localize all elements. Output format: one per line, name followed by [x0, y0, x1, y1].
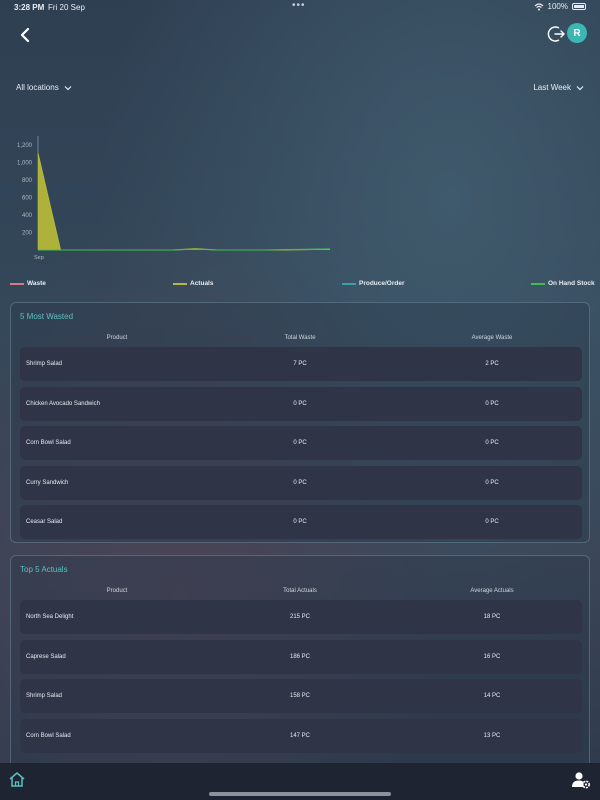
column-header-total-actuals: Total Actuals — [283, 588, 317, 594]
table-row[interactable]: Corn Bowl Salad 147 PC 13 PC — [20, 718, 582, 753]
total-cell: 0 PC — [293, 440, 307, 446]
series-line-on-hand-stock — [38, 248, 331, 251]
most-wasted-title: 5 Most Wasted — [20, 312, 74, 321]
most-wasted-table-header: Product Total Waste Average Waste — [20, 335, 582, 345]
legend-label: Produce/Order — [359, 280, 405, 287]
table-row[interactable]: Shrimp Salad 158 PC 14 PC — [20, 679, 582, 713]
column-header-average-actuals: Average Actuals — [470, 588, 514, 594]
legend-item[interactable]: On Hand Stock — [531, 280, 595, 287]
legend-swatch — [10, 282, 24, 285]
bottom-tab-bar — [0, 763, 600, 800]
average-cell: 0 PC — [485, 440, 499, 446]
location-filter-label: All locations — [16, 83, 59, 92]
period-filter-dropdown[interactable]: Last Week — [533, 83, 584, 92]
total-cell: 0 PC — [293, 400, 307, 407]
product-name-cell: North Sea Delight — [26, 614, 74, 620]
average-cell: 0 PC — [485, 519, 499, 525]
status-time: 3:28 PM — [14, 3, 45, 12]
status-bar: 3:28 PM Fri 20 Sep ••• 100% — [0, 0, 600, 14]
chart-legend: Waste Actuals Produce/Order On Hand Stock — [0, 280, 600, 290]
average-cell: 18 PC — [483, 614, 501, 620]
table-row[interactable]: Shrimp Salad 7 PC 2 PC — [20, 347, 582, 381]
product-name-cell: Chicken Avocado Sandwich — [26, 400, 100, 407]
top-actuals-card: Top 5 Actuals Product Total Actuals Aver… — [10, 555, 590, 775]
home-icon — [9, 772, 25, 787]
legend-label: Waste — [27, 280, 46, 287]
total-cell: 186 PC — [289, 653, 310, 660]
table-row[interactable]: Caprese Salad 186 PC 16 PC — [20, 639, 582, 674]
product-name-cell: Shrimp Salad — [26, 361, 63, 367]
user-gear-icon — [572, 772, 591, 789]
legend-swatch — [342, 282, 356, 285]
column-header-average-waste: Average Waste — [471, 335, 513, 341]
home-indicator[interactable] — [209, 792, 391, 796]
legend-swatch — [173, 282, 187, 285]
legend-label: Actuals — [190, 280, 214, 287]
average-cell: 16 PC — [483, 653, 501, 660]
average-cell: 0 PC — [485, 400, 499, 407]
legend-item[interactable]: Produce/Order — [342, 280, 405, 287]
total-cell: 147 PC — [289, 732, 310, 739]
y-tick-label: 800 — [22, 178, 33, 184]
legend-swatch — [531, 282, 545, 285]
chevron-down-icon — [576, 85, 584, 90]
total-cell: 0 PC — [293, 479, 307, 486]
table-row[interactable]: Ceasar Salad 0 PC 0 PC — [20, 505, 582, 539]
average-cell: 13 PC — [483, 732, 501, 739]
back-button[interactable] — [14, 24, 36, 46]
series-area-actuals — [38, 153, 330, 250]
status-date: Fri 20 Sep — [48, 3, 85, 12]
battery-percent: 100% — [547, 2, 568, 11]
total-cell: 158 PC — [289, 693, 310, 699]
location-filter-dropdown[interactable]: All locations — [16, 83, 72, 92]
product-name-cell: Corn Bowl Salad — [26, 440, 71, 446]
series-line-actuals — [37, 153, 331, 251]
average-cell: 0 PC — [485, 479, 499, 486]
column-header-total-waste: Total Waste — [284, 335, 316, 341]
top-actuals-table-header: Product Total Actuals Average Actuals — [20, 588, 582, 598]
chevron-left-icon — [20, 27, 30, 43]
average-cell: 14 PC — [483, 693, 501, 699]
most-wasted-card: 5 Most Wasted Product Total Waste Averag… — [10, 302, 590, 543]
battery-icon — [572, 3, 586, 10]
x-tick-label: Sep — [34, 255, 44, 261]
product-name-cell: Ceasar Salad — [26, 519, 63, 525]
top-actuals-title: Top 5 Actuals — [20, 565, 68, 574]
legend-item[interactable]: Actuals — [173, 280, 213, 287]
multitasking-dots-icon[interactable]: ••• — [292, 0, 306, 11]
avatar[interactable]: R — [567, 23, 587, 43]
home-tab[interactable] — [8, 771, 26, 789]
table-row[interactable]: Corn Bowl Salad 0 PC 0 PC — [20, 426, 582, 460]
table-row[interactable]: Curry Sandwich 0 PC 0 PC — [20, 465, 582, 500]
chevron-down-icon — [64, 85, 72, 90]
total-cell: 7 PC — [293, 361, 307, 367]
user-settings-tab[interactable] — [571, 770, 591, 790]
status-indicators: 100% — [534, 2, 586, 11]
column-header-product: Product — [106, 335, 128, 341]
total-cell: 215 PC — [289, 614, 310, 620]
total-cell: 0 PC — [293, 519, 307, 525]
legend-label: On Hand Stock — [548, 280, 595, 287]
product-name-cell: Caprese Salad — [26, 653, 66, 660]
product-name-cell: Curry Sandwich — [26, 479, 69, 486]
period-filter-label: Last Week — [533, 83, 571, 92]
y-tick-label: 1,000 — [17, 160, 33, 166]
stock-chart: 200 400 600 800 1,000 1,200 Sep — [17, 136, 331, 261]
average-cell: 2 PC — [485, 361, 499, 367]
logout-icon — [547, 26, 565, 42]
logout-button[interactable] — [547, 24, 567, 44]
table-row[interactable]: North Sea Delight 215 PC 18 PC — [20, 600, 582, 634]
product-name-cell: Corn Bowl Salad — [26, 732, 71, 739]
y-tick-label: 1,200 — [17, 143, 33, 149]
product-name-cell: Shrimp Salad — [26, 693, 63, 699]
table-row[interactable]: Chicken Avocado Sandwich 0 PC 0 PC — [20, 386, 582, 421]
legend-item[interactable]: Waste — [10, 280, 46, 287]
y-tick-label: 600 — [22, 195, 33, 201]
y-tick-label: 200 — [22, 230, 33, 236]
y-tick-label: 400 — [22, 213, 33, 219]
column-header-product: Product — [106, 588, 128, 594]
wifi-icon — [534, 2, 543, 10]
